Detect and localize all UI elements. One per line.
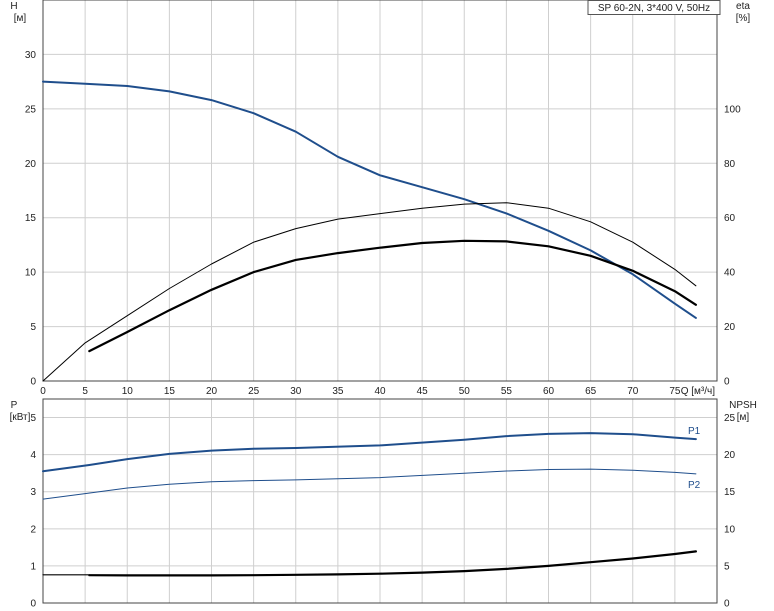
top-x-tick-label: 40 <box>374 386 386 397</box>
top-right-tick-label: 100 <box>724 104 741 115</box>
chart-background <box>0 0 774 611</box>
top-x-tick-label: 65 <box>585 386 597 397</box>
top-x-tick-label: 15 <box>164 386 176 397</box>
top-x-tick-label: 55 <box>501 386 513 397</box>
top-left-tick-label: 10 <box>25 268 37 279</box>
bottom-right-tick-label: 25 <box>724 413 736 424</box>
bottom-right-axis-label: NPSH <box>729 400 757 411</box>
top-x-tick-label: 5 <box>82 386 88 397</box>
top-x-tick-label: 10 <box>122 386 134 397</box>
top-x-tick-label: 30 <box>290 386 302 397</box>
bottom-left-axis-unit: [кВт] <box>10 412 31 423</box>
bottom-right-tick-label: 15 <box>724 487 736 498</box>
bottom-right-tick-label: 20 <box>724 450 736 461</box>
top-left-tick-label: 30 <box>25 50 37 61</box>
top-x-tick-label: 25 <box>248 386 260 397</box>
bottom-series-label-p2: P2 <box>688 480 701 491</box>
bottom-left-tick-label: 2 <box>30 524 36 535</box>
top-x-tick-label: 20 <box>206 386 218 397</box>
top-left-tick-label: 0 <box>30 377 36 388</box>
top-right-tick-label: 20 <box>724 322 736 333</box>
top-left-axis-unit: [м] <box>14 13 27 24</box>
top-left-tick-label: 20 <box>25 159 37 170</box>
top-x-tick-label: 50 <box>459 386 471 397</box>
top-right-tick-label: 0 <box>724 377 730 388</box>
bottom-left-tick-label: 1 <box>30 561 36 572</box>
top-right-tick-label: 80 <box>724 159 736 170</box>
bottom-right-tick-label: 10 <box>724 524 736 535</box>
top-x-tick-label: 75 <box>669 386 681 397</box>
bottom-right-axis-unit: [м] <box>737 412 750 423</box>
top-left-axis-label: H <box>10 1 17 12</box>
bottom-left-tick-label: 4 <box>30 450 36 461</box>
top-x-tick-label: 0 <box>40 386 46 397</box>
top-left-tick-label: 15 <box>25 213 37 224</box>
top-right-tick-label: 40 <box>724 268 736 279</box>
bottom-right-tick-label: 0 <box>724 599 730 610</box>
bottom-left-axis-label: P <box>11 400 18 411</box>
top-x-tick-label: 45 <box>417 386 429 397</box>
pump-performance-chart: 0510152025300204060801000 5 10 15 20 25 30 35 40… <box>0 0 774 611</box>
top-x-tick-label: 70 <box>627 386 639 397</box>
top-chart-title: SP 60-2N, 3*400 V, 50Hz <box>598 3 710 14</box>
bottom-left-tick-label: 5 <box>30 413 36 424</box>
top-right-axis-unit: [%] <box>736 13 751 24</box>
top-right-tick-label: 60 <box>724 213 736 224</box>
top-x-axis-label: Q [м³/ч] <box>681 386 716 397</box>
top-x-tick-label: 35 <box>332 386 344 397</box>
top-left-tick-label: 25 <box>25 104 37 115</box>
bottom-right-tick-label: 5 <box>724 561 730 572</box>
bottom-left-tick-label: 0 <box>30 599 36 610</box>
top-left-tick-label: 5 <box>30 322 36 333</box>
top-x-tick-label: 60 <box>543 386 555 397</box>
bottom-series-label-p1: P1 <box>688 426 701 437</box>
bottom-left-tick-label: 3 <box>30 487 36 498</box>
top-right-axis-label: eta <box>736 1 750 12</box>
